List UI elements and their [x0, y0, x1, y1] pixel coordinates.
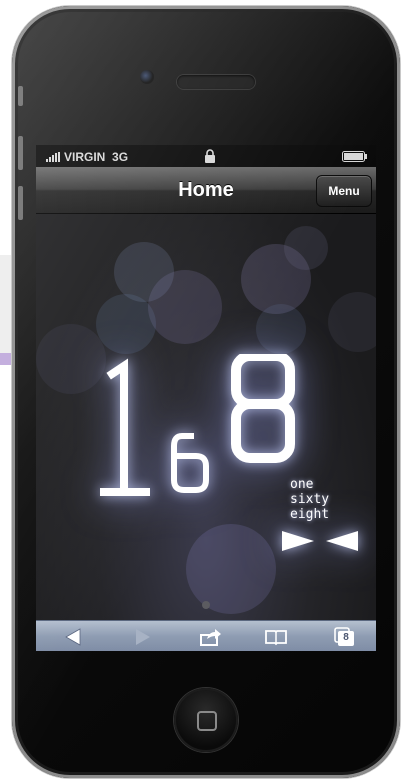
tagline-line: eight: [290, 507, 330, 522]
logo-digit-eight: [231, 354, 295, 463]
bokeh-light: [256, 304, 306, 354]
volume-up-button: [18, 136, 23, 170]
signal-icon: [46, 152, 62, 162]
forward-arrow-icon[interactable]: [130, 627, 154, 647]
tagline-line: sixty: [290, 492, 330, 507]
logo-168: [100, 354, 295, 496]
network-type: 3G: [112, 150, 129, 164]
browser-toolbar: 8: [36, 620, 376, 651]
splash-content: one sixty eight: [36, 214, 376, 620]
earpiece-speaker: [177, 75, 255, 89]
bokeh-light: [328, 292, 376, 352]
bowtie-icon: [282, 531, 358, 551]
bokeh-light: [96, 294, 156, 354]
mute-switch: [18, 86, 23, 106]
bokeh-light: [148, 270, 222, 344]
phone-screen: VIRGIN 3G Home Menu one sixty eight 8: [36, 145, 376, 651]
iphone-frame: VIRGIN 3G Home Menu one sixty eight 8: [12, 6, 400, 778]
bokeh-light: [186, 524, 276, 614]
front-camera: [140, 70, 154, 84]
logo-digit-one: [100, 358, 150, 496]
home-button-icon: [197, 711, 217, 731]
carrier-name: VIRGIN: [64, 150, 106, 164]
tabs-count: 8: [343, 632, 349, 643]
lock-icon: [205, 149, 215, 163]
battery-icon: [342, 151, 367, 162]
bookmarks-icon[interactable]: [264, 627, 288, 647]
share-icon[interactable]: [199, 627, 223, 647]
menu-button[interactable]: Menu: [316, 175, 372, 207]
back-arrow-icon[interactable]: [62, 627, 86, 647]
tabs-button[interactable]: 8: [332, 627, 356, 647]
tagline-line: one: [290, 477, 314, 492]
page-indicator-dot[interactable]: [202, 601, 210, 609]
logo-digit-six: [171, 433, 209, 493]
carrier-label: VIRGIN 3G: [64, 150, 128, 164]
bokeh-light: [284, 226, 328, 270]
home-button[interactable]: [174, 688, 238, 752]
volume-down-button: [18, 186, 23, 220]
status-bar: VIRGIN 3G: [36, 145, 376, 167]
navigation-bar: Home Menu: [36, 167, 376, 214]
tagline: one sixty eight: [290, 477, 350, 522]
